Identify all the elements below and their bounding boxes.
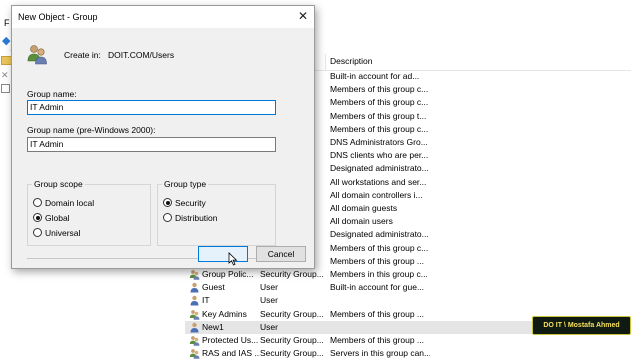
row-name: Group Polic... <box>202 269 254 279</box>
radio-indicator[interactable] <box>33 198 42 207</box>
radio-label: Security <box>175 198 206 208</box>
group-icon <box>189 349 200 359</box>
group-scope-title: Group scope <box>32 179 85 189</box>
table-row[interactable]: Group Polic... Security Group... Members i… <box>185 268 640 281</box>
row-description: Built-in account for gue... <box>330 282 425 293</box>
create-in-value: DOIT.COM/Users <box>108 50 175 60</box>
row-type: Security Group... <box>260 308 324 319</box>
group-name-pre2000-input[interactable] <box>27 137 276 152</box>
row-name: Guest <box>202 282 225 293</box>
user-icon <box>190 322 199 333</box>
group-name-pre2000-label: Group name (pre-Windows 2000): <box>27 125 156 135</box>
group-name-input[interactable] <box>27 100 276 115</box>
row-description: Members of this group c... <box>330 242 429 253</box>
row-description: All domain guests <box>330 203 398 213</box>
close-icon[interactable]: ✕ <box>296 9 310 23</box>
description-column-header[interactable]: Description <box>330 56 373 66</box>
radio-indicator[interactable] <box>163 213 172 222</box>
radio-label: Universal <box>45 228 81 238</box>
column-divider[interactable] <box>325 54 326 70</box>
row-description: DNS clients who are per... <box>330 150 429 161</box>
group-icon <box>189 336 200 346</box>
row-description: Members of this group c... <box>330 84 429 95</box>
row-type: Security Group... <box>260 348 324 359</box>
row-description: All domain controllers i... <box>330 189 423 200</box>
channel-watermark: DO IT \ Mostafa Ahmed <box>532 316 631 335</box>
user-icon <box>190 296 199 306</box>
row-name: Key Admins <box>202 308 247 319</box>
console-tree: ✕ <box>0 50 12 360</box>
row-type: User <box>260 295 278 306</box>
row-description: Members of this group c... <box>330 123 429 134</box>
row-type: User <box>260 321 278 332</box>
group-type-title: Group type <box>162 179 209 189</box>
row-description: Members of this group t... <box>330 110 427 121</box>
dialog-title: New Object - Group <box>18 12 98 22</box>
row-description: Members of this group ... <box>330 308 425 319</box>
row-name: IT <box>202 295 210 306</box>
row-name: RAS and IAS ... <box>202 348 260 359</box>
row-description: Members in this group c... <box>330 269 428 279</box>
scope-radio-global[interactable]: Global <box>33 213 70 223</box>
type-radio-security[interactable]: Security <box>163 198 206 208</box>
dialog-body: Create in: DOIT.COM/Users Group name: Gr… <box>12 28 314 268</box>
new-group-dialog: New Object - Group ✕ Create in: DOIT.COM… <box>11 5 315 269</box>
table-row[interactable]: RAS and IAS ... Security Group... Servers … <box>185 347 640 360</box>
create-in-label: Create in: <box>64 50 101 60</box>
group-icon <box>189 309 200 320</box>
table-row[interactable]: Guest User Built-in account for gue... <box>185 281 640 294</box>
radio-indicator[interactable] <box>33 213 42 222</box>
ok-button[interactable] <box>198 246 248 262</box>
group-icon <box>189 270 200 280</box>
close-icon[interactable]: ✕ <box>1 70 9 81</box>
row-type: User <box>260 282 278 293</box>
row-description: All domain users <box>330 216 393 227</box>
type-radio-distribution[interactable]: Distribution <box>163 213 218 223</box>
row-type: Security Group... <box>260 335 324 345</box>
scope-radio-universal[interactable]: Universal <box>33 228 80 238</box>
radio-label: Global <box>45 213 70 223</box>
file-menu[interactable]: F <box>4 18 10 28</box>
back-arrow-icon[interactable]: ◆ <box>2 34 10 47</box>
row-description: All workstations and ser... <box>330 176 427 187</box>
row-description: Built-in account for ad... <box>330 71 420 81</box>
row-description: Servers in this group can... <box>330 348 430 359</box>
expand-icon[interactable] <box>1 84 10 93</box>
group-scope-box: Group scope Domain local Global Universal <box>27 179 151 246</box>
radio-indicator[interactable] <box>163 198 172 207</box>
row-description: Members of this group ... <box>330 335 425 345</box>
group-name-label: Group name: <box>27 89 77 99</box>
table-row[interactable]: IT User <box>185 294 640 307</box>
row-name: Protected Us... <box>202 335 259 345</box>
radio-indicator[interactable] <box>33 228 42 237</box>
dialog-titlebar[interactable]: New Object - Group ✕ <box>12 6 314 28</box>
radio-label: Domain local <box>45 198 95 208</box>
user-icon <box>190 282 199 293</box>
row-name: New1 <box>202 321 224 332</box>
group-type-box: Group type Security Distribution <box>157 179 276 246</box>
row-type: Security Group... <box>260 269 324 279</box>
row-description: Designated administrato... <box>330 163 429 174</box>
row-description: DNS Administrators Gro... <box>330 137 428 147</box>
row-description: Designated administrato... <box>330 229 429 240</box>
group-users-icon <box>27 45 47 65</box>
row-description: Members of this group ... <box>330 255 425 266</box>
radio-label: Distribution <box>175 213 218 223</box>
cancel-button[interactable]: Cancel <box>256 246 306 262</box>
scope-radio-domain-local[interactable]: Domain local <box>33 198 94 208</box>
row-description: Members of this group c... <box>330 97 429 108</box>
vertical-scrollbar[interactable] <box>631 66 640 360</box>
table-row[interactable]: Protected Us... Security Group... Members … <box>185 334 640 347</box>
mouse-cursor-icon <box>228 252 238 266</box>
